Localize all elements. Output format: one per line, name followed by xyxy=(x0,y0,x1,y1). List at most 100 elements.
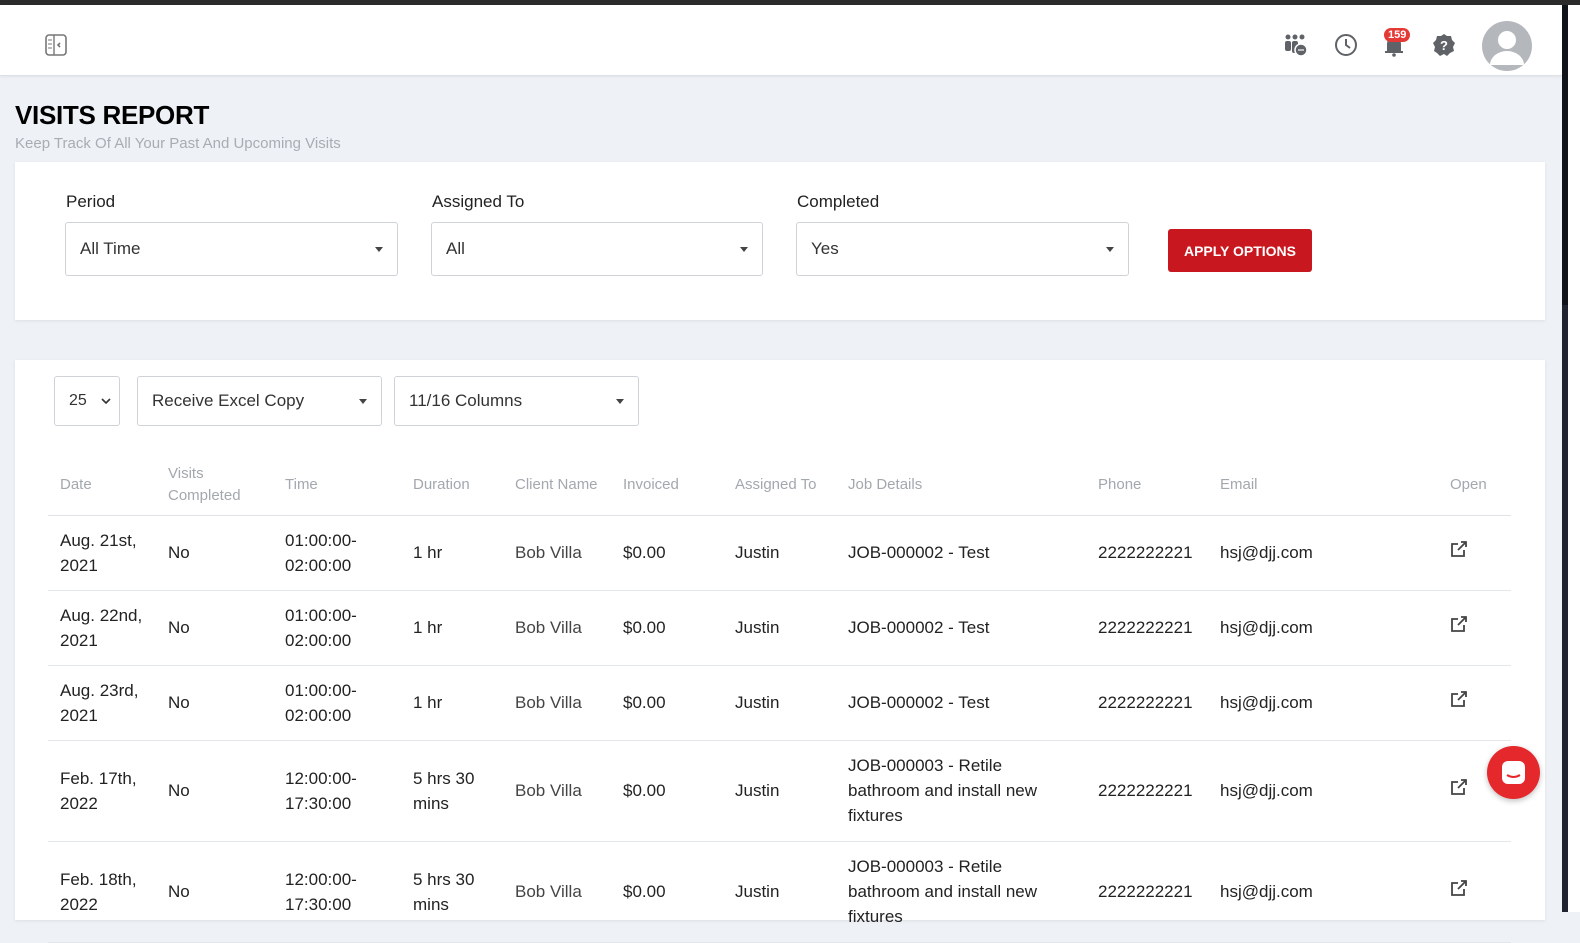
cell-completed: No xyxy=(156,590,273,666)
help-icon[interactable]: ? xyxy=(1432,33,1456,57)
notification-badge: 159 xyxy=(1384,28,1411,42)
svg-text:?: ? xyxy=(1440,38,1448,53)
cell-date: Feb. 18th, 2022 xyxy=(48,841,156,943)
column-header[interactable]: Assigned To xyxy=(723,455,836,516)
columns-select[interactable]: 11/16 Columns xyxy=(394,376,639,426)
cell-date: Aug. 22nd, 2021 xyxy=(48,590,156,666)
cell-client: Bob Villa xyxy=(503,515,611,591)
cell-client: Bob Villa xyxy=(503,590,611,666)
open-cell xyxy=(1438,665,1511,741)
caret-down-icon xyxy=(375,247,383,252)
completed-value: Yes xyxy=(811,239,839,258)
column-header[interactable]: Invoiced xyxy=(611,455,723,516)
column-header[interactable]: Date xyxy=(48,455,156,516)
cell-email: hsj@djj.com xyxy=(1208,590,1438,666)
completed-select[interactable]: Yes xyxy=(796,222,1129,276)
cell-date: Feb. 17th, 2022 xyxy=(48,740,156,842)
page-title: VISITS REPORT xyxy=(15,100,210,130)
cell-date: Aug. 23rd, 2021 xyxy=(48,665,156,741)
cell-invoiced: $0.00 xyxy=(611,590,723,666)
team-chat-icon[interactable] xyxy=(1284,33,1308,57)
filter-panel: Period All Time Assigned To All Complete… xyxy=(15,162,1545,320)
cell-time: 01:00:00-02:00:00 xyxy=(273,590,401,666)
sidebar-toggle-icon[interactable] xyxy=(45,34,67,56)
cell-invoiced: $0.00 xyxy=(611,515,723,591)
chat-launcher-button[interactable] xyxy=(1487,746,1540,799)
period-label: Period xyxy=(66,192,116,211)
cell-invoiced: $0.00 xyxy=(611,740,723,842)
table-row[interactable]: Feb. 17th, 2022 No 12:00:00-17:30:00 5 hrs … xyxy=(48,740,1511,842)
export-excel-select[interactable]: Receive Excel Copy xyxy=(137,376,382,426)
external-link-icon[interactable] xyxy=(1450,540,1468,558)
open-cell xyxy=(1438,515,1511,591)
cell-invoiced: $0.00 xyxy=(611,841,723,943)
cell-phone: 2222222221 xyxy=(1086,515,1208,591)
visits-table-panel: 25 Receive Excel Copy 11/16 Columns Date… xyxy=(15,360,1545,943)
caret-down-icon xyxy=(1106,247,1114,252)
caret-down-icon xyxy=(740,247,748,252)
cell-phone: 2222222221 xyxy=(1086,841,1208,943)
page-size-select[interactable]: 25 xyxy=(54,376,120,426)
cell-phone: 2222222221 xyxy=(1086,740,1208,842)
visits-table: Date Visits Completed Time Duration Client N… xyxy=(48,455,1511,943)
cell-job: JOB-000003 - Retile bathroom and install… xyxy=(836,841,1086,943)
cell-client: Bob Villa xyxy=(503,740,611,842)
completed-label: Completed xyxy=(797,192,880,211)
column-header[interactable]: Email xyxy=(1208,455,1438,516)
table-row[interactable]: Aug. 23rd, 2021 No 01:00:00-02:00:00 1 hr Bo… xyxy=(48,665,1511,741)
cell-email: hsj@djj.com xyxy=(1208,841,1438,943)
cell-invoiced: $0.00 xyxy=(611,665,723,741)
open-cell xyxy=(1438,841,1511,943)
cell-assigned: Justin xyxy=(723,740,836,842)
cell-job: JOB-000002 - Test xyxy=(836,515,1086,591)
column-header[interactable]: Client Name xyxy=(503,455,611,516)
cell-client: Bob Villa xyxy=(503,665,611,741)
page-size-value: 25 xyxy=(69,392,87,409)
external-link-icon[interactable] xyxy=(1450,615,1468,633)
open-cell xyxy=(1438,590,1511,666)
cell-assigned: Justin xyxy=(723,841,836,943)
column-header[interactable]: Job Details xyxy=(836,455,1086,516)
column-header[interactable]: Open xyxy=(1438,455,1511,516)
cell-email: hsj@djj.com xyxy=(1208,515,1438,591)
cell-time: 12:00:00-17:30:00 xyxy=(273,841,401,943)
cell-duration: 1 hr xyxy=(401,515,503,591)
user-avatar[interactable] xyxy=(1482,21,1532,71)
cell-duration: 5 hrs 30 mins xyxy=(401,841,503,943)
cell-email: hsj@djj.com xyxy=(1208,740,1438,842)
assigned-to-select[interactable]: All xyxy=(431,222,763,276)
top-header: 159 ? xyxy=(0,5,1562,76)
external-link-icon[interactable] xyxy=(1450,778,1468,796)
page-scrollbar[interactable] xyxy=(1562,5,1580,912)
cell-job: JOB-000002 - Test xyxy=(836,665,1086,741)
clock-icon[interactable] xyxy=(1334,33,1358,57)
period-select[interactable]: All Time xyxy=(65,222,398,276)
apply-options-button[interactable]: APPLY OPTIONS xyxy=(1168,229,1312,272)
caret-down-icon xyxy=(359,399,367,404)
cell-completed: No xyxy=(156,740,273,842)
table-row[interactable]: Feb. 18th, 2022 No 12:00:00-17:30:00 5 hrs … xyxy=(48,841,1511,943)
cell-job: JOB-000003 - Retile bathroom and install… xyxy=(836,740,1086,842)
cell-duration: 1 hr xyxy=(401,590,503,666)
column-header[interactable]: Time xyxy=(273,455,401,516)
chat-icon xyxy=(1502,761,1525,784)
cell-date: Aug. 21st, 2021 xyxy=(48,515,156,591)
assigned-to-value: All xyxy=(446,239,465,258)
external-link-icon[interactable] xyxy=(1450,690,1468,708)
page-subtitle: Keep Track Of All Your Past And Upcoming… xyxy=(15,135,341,152)
cell-email: hsj@djj.com xyxy=(1208,665,1438,741)
period-value: All Time xyxy=(80,239,141,258)
cell-completed: No xyxy=(156,665,273,741)
table-header-row: Date Visits Completed Time Duration Client N… xyxy=(48,455,1511,516)
cell-time: 12:00:00-17:30:00 xyxy=(273,740,401,842)
cell-assigned: Justin xyxy=(723,515,836,591)
column-header[interactable]: Visits Completed xyxy=(156,455,273,516)
table-row[interactable]: Aug. 21st, 2021 No 01:00:00-02:00:00 1 hr Bo… xyxy=(48,515,1511,591)
cell-assigned: Justin xyxy=(723,665,836,741)
column-header[interactable]: Phone xyxy=(1086,455,1208,516)
column-header[interactable]: Duration xyxy=(401,455,503,516)
cell-duration: 1 hr xyxy=(401,665,503,741)
table-row[interactable]: Aug. 22nd, 2021 No 01:00:00-02:00:00 1 hr Bo… xyxy=(48,590,1511,666)
cell-duration: 5 hrs 30 mins xyxy=(401,740,503,842)
external-link-icon[interactable] xyxy=(1450,879,1468,897)
